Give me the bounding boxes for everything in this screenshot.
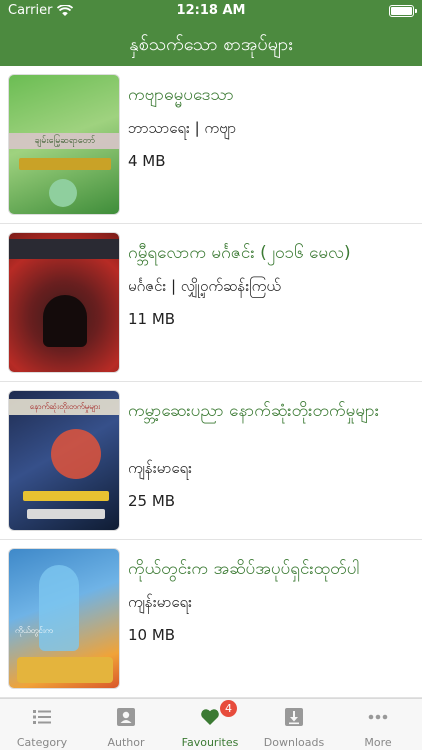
tab-label: Favourites <box>181 736 239 749</box>
book-title: ဂမ္ဘီရလောက မင်္ဂဇင်း (၂၀၁၆ မေလ) <box>128 243 351 263</box>
more-dots-icon <box>368 714 388 720</box>
cover-text: ကိုယ်တွင်းက <box>15 626 53 635</box>
cover-body <box>39 565 79 651</box>
person-card-icon <box>117 708 135 726</box>
cover-umbrella <box>49 179 77 207</box>
status-bar: Carrier 12:18 AM <box>0 0 422 22</box>
list-icon <box>33 710 51 724</box>
tab-label: Author <box>107 736 145 749</box>
book-title: ကိုယ်တွင်းက အဆိပ်အပုပ်ရှင်းထုတ်ပါ <box>128 559 360 579</box>
cover-accent <box>19 158 111 170</box>
cover-orb <box>51 429 101 479</box>
book-cover: ချမ်းမြေ့ဆရာတော် <box>8 74 120 215</box>
book-subtitle: ကျန်းမာရေး <box>128 593 192 611</box>
tab-category[interactable]: Category <box>0 699 84 750</box>
book-row[interactable]: ကိုယ်တွင်းက ကိုယ်တွင်းက အဆိပ်အပုပ်ရှင်းထ… <box>0 540 422 698</box>
cover-text: နောက်ဆုံးတိုးတက်မှုများ <box>29 402 101 411</box>
cover-accent <box>23 491 109 501</box>
tab-author[interactable]: Author <box>84 699 168 750</box>
book-size: 11 MB <box>128 310 176 328</box>
page-title: နှစ်သက်သော စာအုပ်များ <box>129 34 293 55</box>
app-header: Carrier 12:18 AM နှစ်သက်သော စာအုပ်များ <box>0 0 422 66</box>
book-cover: နောက်ဆုံးတိုးတက်မှုများ <box>8 390 120 531</box>
book-row[interactable]: ဂမ္ဘီရလောက မင်္ဂဇင်း (၂၀၁၆ မေလ) မင်္ဂဇင်… <box>0 224 422 382</box>
tab-bar: Category Author 4 Favourites Downloads M… <box>0 698 422 750</box>
tab-more[interactable]: More <box>336 699 420 750</box>
cover-accent <box>27 509 105 519</box>
book-row[interactable]: နောက်ဆုံးတိုးတက်မှုများ ကမ္ဘာ့ဆေးပညာ နော… <box>0 382 422 540</box>
cover-text: ချမ်းမြေ့ဆရာတော် <box>34 136 96 146</box>
cover-header <box>9 239 119 259</box>
book-title: ကဗျာဓမ္မပဒေသာ <box>128 85 234 105</box>
cover-fruit <box>17 657 113 683</box>
book-cover <box>8 232 120 373</box>
tab-favourites[interactable]: 4 Favourites <box>168 699 252 750</box>
book-row[interactable]: ချမ်းမြေ့ဆရာတော် ကဗျာဓမ္မပဒေသာ ဘာသာရေး |… <box>0 66 422 224</box>
tab-label: Downloads <box>263 736 325 749</box>
tab-label: Category <box>16 736 68 749</box>
download-icon <box>285 708 303 726</box>
book-title: ကမ္ဘာ့ဆေးပညာ နောက်ဆုံးတိုးတက်မှုများ <box>128 401 380 421</box>
favourites-badge: 4 <box>220 700 237 717</box>
book-size: 10 MB <box>128 626 176 644</box>
battery-icon <box>389 5 417 17</box>
status-time: 12:18 AM <box>176 3 246 18</box>
book-size: 25 MB <box>128 492 176 510</box>
book-subtitle: ကျန်းမာရေး <box>128 459 192 477</box>
tab-downloads[interactable]: Downloads <box>252 699 336 750</box>
book-subtitle: မင်္ဂဇင်း | လျှို့ဝှက်ဆန်းကြယ် <box>128 277 281 295</box>
book-subtitle: ဘာသာရေး | ကဗျာ <box>128 119 237 137</box>
book-cover: ကိုယ်တွင်းက <box>8 548 120 689</box>
cover-figure <box>43 295 87 347</box>
heart-icon <box>201 709 219 725</box>
book-list: ချမ်းမြေ့ဆရာတော် ကဗျာဓမ္မပဒေသာ ဘာသာရေး |… <box>0 66 422 698</box>
tab-label: More <box>364 736 392 749</box>
book-size: 4 MB <box>128 152 166 170</box>
